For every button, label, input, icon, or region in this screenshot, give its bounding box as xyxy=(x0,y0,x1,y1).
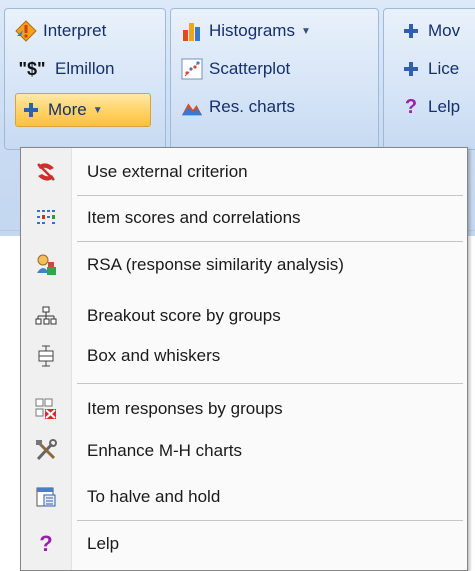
menu-item-label: Item responses by groups xyxy=(87,399,283,418)
more-button[interactable]: More ▼ xyxy=(15,93,151,127)
mov-label: Mov xyxy=(428,21,461,40)
help-icon: ? xyxy=(39,531,53,556)
histograms-label: Histograms xyxy=(209,21,295,40)
menu-separator xyxy=(77,195,463,196)
chevron-down-icon: ▼ xyxy=(92,104,103,116)
menu-item-box-and-whiskers[interactable]: Box and whiskers xyxy=(21,336,467,376)
elmillon-label: Elmillon xyxy=(55,59,115,78)
chevron-down-icon: ▼ xyxy=(300,25,311,37)
dollar-sign-icon: "$" xyxy=(18,58,46,79)
menu-item-breakout-score-by-groups[interactable]: Breakout score by groups xyxy=(21,296,467,336)
interpret-label: Interpret xyxy=(43,21,107,40)
scatterplot-button[interactable]: Scatterplot xyxy=(181,53,290,85)
lice-label: Lice xyxy=(428,59,460,78)
scatterplot-label: Scatterplot xyxy=(209,59,291,78)
mountain-chart-icon xyxy=(181,96,203,118)
menu-item-label: Box and whiskers xyxy=(87,346,221,365)
res-charts-button[interactable]: Res. charts xyxy=(181,91,295,123)
menu-item-item-scores-and-correlations[interactable]: Item scores and correlations xyxy=(21,198,467,238)
menu-item-label: To halve and hold xyxy=(87,487,221,506)
mov-button[interactable]: Mov xyxy=(400,15,460,47)
ribbon-group-3: Mov Lice ? Lelp xyxy=(383,8,475,150)
lice-button[interactable]: Lice xyxy=(400,53,459,85)
menu-item-label: Item scores and correlations xyxy=(87,208,301,227)
menu-item-enhance-mh-charts[interactable]: Enhance M-H charts xyxy=(21,431,467,471)
menu-separator xyxy=(77,520,463,521)
menu-item-label: Breakout score by groups xyxy=(87,306,281,325)
box-whiskers-icon xyxy=(33,343,59,369)
histogram-icon xyxy=(181,20,203,42)
tools-icon xyxy=(33,438,59,464)
rsa-icon xyxy=(33,252,59,278)
ribbon-group-2: Histograms ▼ Scatterplot Res. charts xyxy=(170,8,379,150)
external-criterion-icon xyxy=(33,159,59,185)
warning-diamond-icon xyxy=(15,20,37,42)
elmillon-button[interactable]: "$" Elmillon xyxy=(15,53,115,85)
hierarchy-icon xyxy=(33,303,59,329)
menu-item-to-halve-and-hold[interactable]: To halve and hold xyxy=(21,477,467,517)
menu-item-lelp[interactable]: ? Lelp xyxy=(21,524,467,564)
menu-item-rsa[interactable]: RSA (response similarity analysis) xyxy=(21,245,467,285)
histograms-button[interactable]: Histograms ▼ xyxy=(181,15,311,47)
menu-item-item-responses-by-groups[interactable]: Item responses by groups xyxy=(21,389,467,429)
menu-separator xyxy=(77,241,463,242)
ribbon-help-label: Lelp xyxy=(428,97,461,116)
res-charts-label: Res. charts xyxy=(209,97,295,116)
menu-separator xyxy=(77,383,463,384)
halve-icon xyxy=(33,484,59,510)
item-responses-icon xyxy=(33,396,59,422)
ribbon-help-button[interactable]: ? Lelp xyxy=(400,91,460,123)
plus-icon xyxy=(400,20,422,42)
plus-icon xyxy=(20,99,42,121)
help-icon: ? xyxy=(404,95,418,118)
menu-item-label: Use external criterion xyxy=(87,162,248,181)
more-dropdown-menu: Use external criterion Item scores and c… xyxy=(20,147,468,571)
ribbon-group-1: Interpret "$" Elmillon More ▼ xyxy=(4,8,166,150)
menu-item-label: Enhance M-H charts xyxy=(87,441,242,460)
plus-icon xyxy=(400,58,422,80)
more-label: More xyxy=(48,100,87,119)
interpret-button[interactable]: Interpret xyxy=(15,15,106,47)
menu-item-use-external-criterion[interactable]: Use external criterion xyxy=(21,152,467,192)
scatterplot-icon xyxy=(181,58,203,80)
menu-item-label: Lelp xyxy=(87,534,120,553)
menu-item-label: RSA (response similarity analysis) xyxy=(87,255,344,274)
item-scores-icon xyxy=(33,205,59,231)
